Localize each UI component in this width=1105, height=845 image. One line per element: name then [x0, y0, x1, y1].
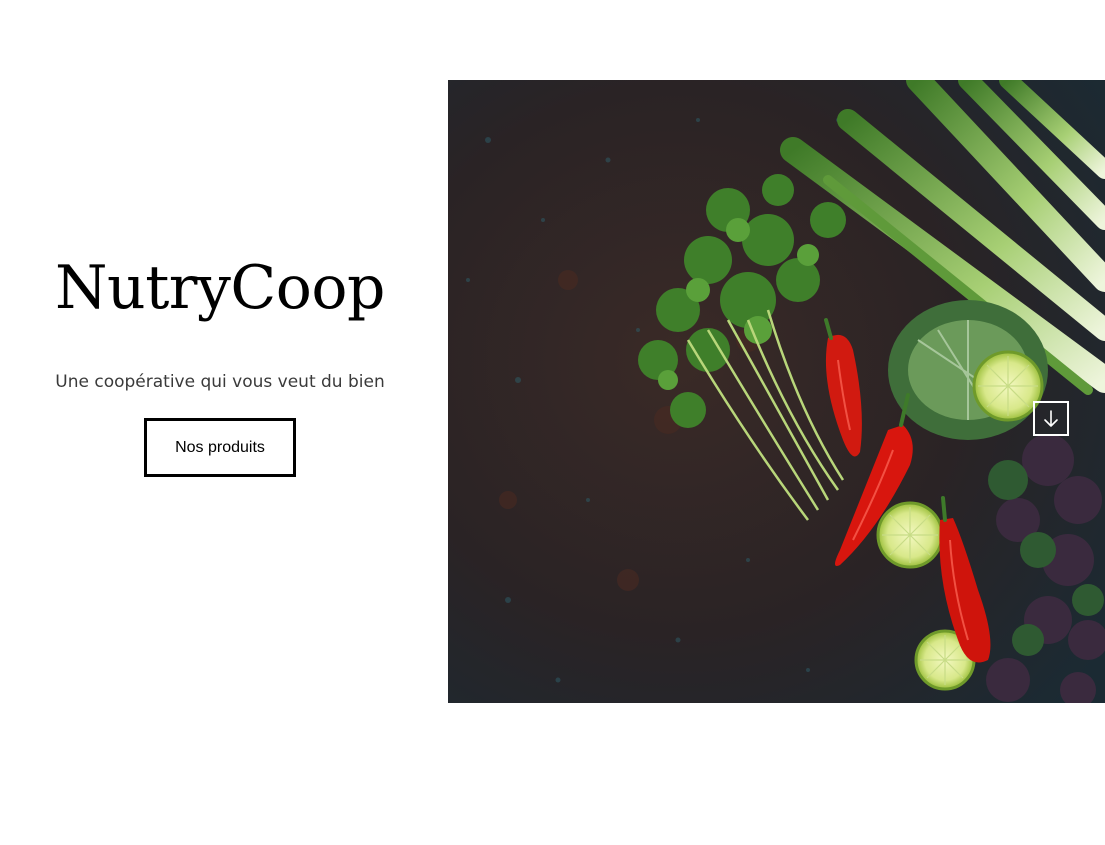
- hero-tagline: Une coopérative qui vous veut du bien: [55, 372, 385, 392]
- scroll-down-button[interactable]: [1033, 401, 1069, 436]
- brand-title: NutryCoop: [55, 253, 385, 323]
- products-button-label: Nos produits: [175, 438, 265, 456]
- hero-vegetables-image: [448, 80, 1105, 703]
- vegetables-photo: [448, 80, 1105, 703]
- page: NutryCoop Une coopérative qui vous veut …: [0, 0, 1105, 845]
- products-button[interactable]: Nos produits: [144, 418, 296, 477]
- arrow-down-icon: [1044, 409, 1058, 427]
- hero-text-panel: NutryCoop Une coopérative qui vous veut …: [0, 0, 440, 845]
